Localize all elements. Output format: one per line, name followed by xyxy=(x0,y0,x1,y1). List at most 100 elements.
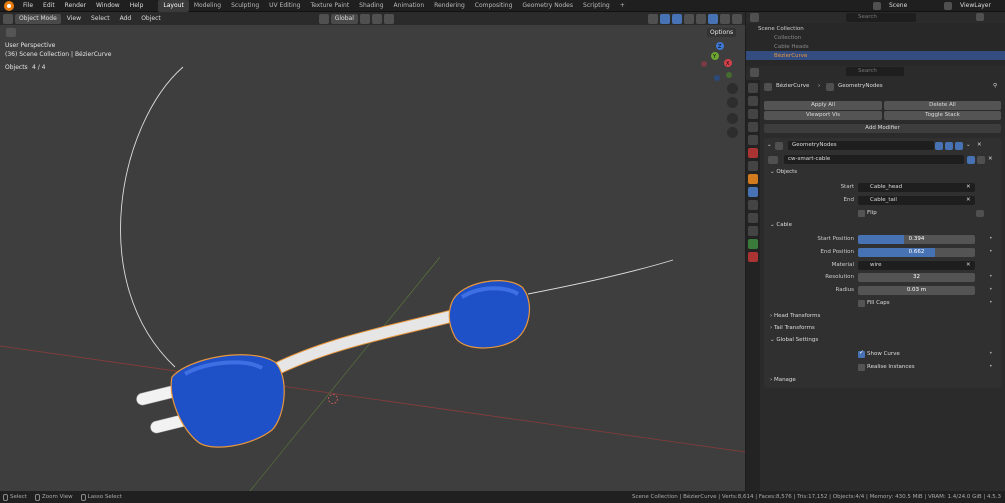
viewport-vis-button[interactable]: Viewport Vis xyxy=(764,111,882,120)
menu-file[interactable]: File xyxy=(18,0,38,12)
breadcrumb-modifier: GeometryNodes xyxy=(838,83,883,89)
pin-icon[interactable]: ⚲ xyxy=(993,82,997,91)
node-group-field[interactable]: cw-smart-cable xyxy=(784,155,964,164)
menu-help[interactable]: Help xyxy=(125,0,149,12)
material-field[interactable]: wire xyxy=(858,261,975,270)
end-position-slider[interactable]: 0.662 xyxy=(858,248,975,257)
end-clear-icon[interactable]: ✕ xyxy=(966,196,971,205)
start-clear-icon[interactable]: ✕ xyxy=(966,183,971,192)
physics-tab-icon[interactable] xyxy=(748,213,758,223)
outliner-row-scene-collection[interactable]: Scene Collection xyxy=(746,24,1005,33)
top-menubar: File Edit Render Window Help Layout Mode… xyxy=(0,0,1005,12)
workspace-tab-rendering[interactable]: Rendering xyxy=(429,0,470,12)
section-head-transforms-header[interactable]: › Head Transforms xyxy=(770,312,820,321)
start-position-slider[interactable]: 0.394 xyxy=(858,235,975,244)
flip-checkbox[interactable] xyxy=(858,210,865,217)
radius-keyframe-dot[interactable]: • xyxy=(989,286,993,293)
output-tab-icon[interactable] xyxy=(748,109,758,119)
render-toggle-icon[interactable] xyxy=(955,142,963,150)
end-object-field[interactable]: Cable_tail xyxy=(858,196,975,205)
modifier-name-field[interactable]: GeometryNodes xyxy=(788,141,934,150)
tool-tab-icon[interactable] xyxy=(748,83,758,93)
flip-extra-icon[interactable] xyxy=(976,210,984,217)
start-label: Start xyxy=(840,184,854,190)
properties-search-input[interactable]: Search xyxy=(846,67,904,76)
menu-render[interactable]: Render xyxy=(60,0,91,12)
render-tab-icon[interactable] xyxy=(748,96,758,106)
scene-tab-icon[interactable] xyxy=(748,135,758,145)
outliner-row-cable-heads[interactable]: Cable Heads xyxy=(746,42,1005,51)
constraints-tab-icon[interactable] xyxy=(748,226,758,236)
scene-selector[interactable]: Scene xyxy=(884,0,944,12)
show-curve-keyframe-dot[interactable]: • xyxy=(989,350,993,357)
end-position-keyframe-dot[interactable]: • xyxy=(989,248,993,255)
view-layer-tab-icon[interactable] xyxy=(748,122,758,132)
workspace-tab-compositing[interactable]: Compositing xyxy=(470,0,518,12)
duplicate-icon[interactable] xyxy=(977,156,985,164)
edit-mode-toggle-icon[interactable] xyxy=(935,142,943,150)
apply-all-button[interactable]: Apply All xyxy=(764,101,882,110)
fill-caps-keyframe-dot[interactable]: • xyxy=(989,299,993,306)
collection-tab-icon[interactable] xyxy=(748,161,758,171)
unlink-icon[interactable]: ✕ xyxy=(988,155,993,164)
section-manage-header[interactable]: › Manage xyxy=(770,376,796,385)
modifier-tab-icon[interactable] xyxy=(748,187,758,197)
section-objects-header[interactable]: ⌄ Objects xyxy=(770,168,797,177)
blender-logo-icon[interactable] xyxy=(4,0,14,11)
menu-edit[interactable]: Edit xyxy=(38,0,60,12)
start-object-field[interactable]: Cable_head xyxy=(858,183,975,192)
end-label: End xyxy=(843,197,854,203)
section-tail-transforms-header[interactable]: › Tail Transforms xyxy=(770,324,815,333)
modifier-dropdown-icon[interactable]: ⌄ xyxy=(966,141,971,150)
realise-instances-keyframe-dot[interactable]: • xyxy=(989,363,993,370)
outliner-search-input[interactable]: Search xyxy=(846,13,916,22)
toggle-stack-button[interactable]: Toggle Stack xyxy=(884,111,1001,120)
viewport-toggle-icon[interactable] xyxy=(945,142,953,150)
workspace-tab-texture-paint[interactable]: Texture Paint xyxy=(305,0,354,12)
workspace-tab-modeling[interactable]: Modeling xyxy=(189,0,226,12)
properties-editor-icon[interactable] xyxy=(750,68,759,77)
workspace-tab-sculpting[interactable]: Sculpting xyxy=(226,0,264,12)
outliner-editor-icon[interactable] xyxy=(750,13,759,22)
realise-instances-checkbox[interactable] xyxy=(858,364,865,371)
material-clear-icon[interactable]: ✕ xyxy=(966,261,971,270)
modifier-remove-icon[interactable]: ✕ xyxy=(977,141,982,150)
workspace-tab-layout[interactable]: Layout xyxy=(158,0,189,12)
view-layer-icon[interactable] xyxy=(944,1,952,10)
resolution-keyframe-dot[interactable]: • xyxy=(989,273,993,280)
workspace-tab-animation[interactable]: Animation xyxy=(389,0,430,12)
modifier-expand-chevron[interactable]: ⌄ xyxy=(767,141,772,150)
start-position-keyframe-dot[interactable]: • xyxy=(989,235,993,242)
outliner-filter-icon[interactable] xyxy=(976,13,984,21)
add-workspace-button[interactable]: + xyxy=(615,0,630,12)
resolution-label: Resolution xyxy=(825,274,854,280)
workspace-tab-shading[interactable]: Shading xyxy=(354,0,388,12)
menu-window[interactable]: Window xyxy=(91,0,125,12)
object-tab-icon[interactable] xyxy=(748,174,758,184)
node-tree-icon[interactable] xyxy=(768,156,778,164)
world-tab-icon[interactable] xyxy=(748,148,758,158)
outliner-row-beziercurve[interactable]: BézierCurve xyxy=(746,51,1005,60)
delete-all-button[interactable]: Delete All xyxy=(884,101,1001,110)
3d-viewport[interactable]: Object Mode View Select Add Object Globa… xyxy=(0,12,745,491)
workspace-tab-geometry-nodes[interactable]: Geometry Nodes xyxy=(517,0,578,12)
material-tab-icon[interactable] xyxy=(748,252,758,262)
data-tab-icon[interactable] xyxy=(748,239,758,249)
section-cable-header[interactable]: ⌄ Cable xyxy=(770,221,792,230)
workspace-tab-scripting[interactable]: Scripting xyxy=(578,0,615,12)
fill-caps-checkbox[interactable] xyxy=(858,300,865,307)
add-modifier-button[interactable]: Add Modifier xyxy=(764,124,1001,133)
start-position-fill xyxy=(858,235,905,244)
show-curve-checkbox[interactable] xyxy=(858,349,865,358)
workspace-tab-uv-editing[interactable]: UV Editing xyxy=(264,0,305,12)
view-layer-selector[interactable]: ViewLayer xyxy=(955,0,1005,12)
fake-user-icon[interactable] xyxy=(967,156,975,164)
scene-icon[interactable] xyxy=(873,1,881,10)
radius-field[interactable]: 0.03 m xyxy=(858,286,975,295)
outliner-panel: Search Scene Collection Collection Cable… xyxy=(746,12,1005,66)
status-select-hint: Select xyxy=(10,494,27,500)
particles-tab-icon[interactable] xyxy=(748,200,758,210)
resolution-field[interactable]: 32 xyxy=(858,273,975,282)
outliner-row-collection[interactable]: Collection xyxy=(746,33,1005,42)
section-global-settings-header[interactable]: ⌄ Global Settings xyxy=(770,336,818,345)
